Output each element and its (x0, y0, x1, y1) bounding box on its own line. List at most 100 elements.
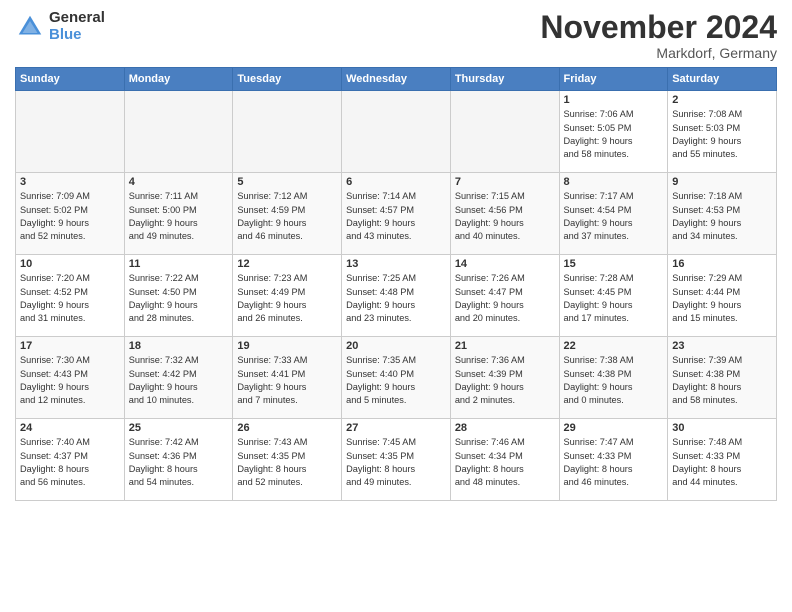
cell-1-3 (233, 91, 342, 173)
day-info: Sunrise: 7:23 AM Sunset: 4:49 PM Dayligh… (237, 272, 337, 325)
col-wednesday: Wednesday (342, 68, 451, 91)
cell-1-6: 1Sunrise: 7:06 AM Sunset: 5:05 PM Daylig… (559, 91, 668, 173)
day-number: 2 (672, 94, 772, 106)
cell-4-7: 23 Sunrise: 7:39 AM Sunset: 4:38 PM Dayli… (668, 337, 777, 419)
week-row-3: 10 Sunrise: 7:20 AM Sunset: 4:52 PM Dayli… (16, 255, 777, 337)
day-number: 18 (129, 340, 229, 352)
title-block: November 2024 Markdorf, Germany (540, 10, 777, 61)
day-info: Sunrise: 7:30 AM Sunset: 4:43 PM Dayligh… (20, 354, 120, 407)
day-info: Sunrise: 7:40 AM Sunset: 4:37 PM Dayligh… (20, 436, 120, 489)
day-info: Sunrise: 7:12 AM Sunset: 4:59 PM Dayligh… (237, 190, 337, 243)
day-number: 12 (237, 258, 337, 270)
week-row-2: 3Sunrise: 7:09 AM Sunset: 5:02 PM Daylig… (16, 173, 777, 255)
day-number: 5 (237, 176, 337, 188)
cell-1-5 (450, 91, 559, 173)
day-number: 8 (564, 176, 664, 188)
day-number: 1 (564, 94, 664, 106)
logo-text: General Blue (49, 10, 105, 43)
day-number: 29 (564, 422, 664, 434)
day-info: Sunrise: 7:20 AM Sunset: 4:52 PM Dayligh… (20, 272, 120, 325)
cell-1-4 (342, 91, 451, 173)
cell-3-6: 15Sunrise: 7:28 AM Sunset: 4:45 PM Dayli… (559, 255, 668, 337)
day-info: Sunrise: 7:08 AM Sunset: 5:03 PM Dayligh… (672, 108, 772, 161)
cell-5-5: 28 Sunrise: 7:46 AM Sunset: 4:34 PM Dayli… (450, 419, 559, 501)
day-number: 20 (346, 340, 446, 352)
month-title: November 2024 (540, 10, 777, 45)
day-info: Sunrise: 7:26 AM Sunset: 4:47 PM Dayligh… (455, 272, 555, 325)
cell-5-1: 24 Sunrise: 7:40 AM Sunset: 4:37 PM Dayli… (16, 419, 125, 501)
cell-1-2 (124, 91, 233, 173)
day-info: Sunrise: 7:29 AM Sunset: 4:44 PM Dayligh… (672, 272, 772, 325)
calendar-table: Sunday Monday Tuesday Wednesday Thursday… (15, 67, 777, 501)
cell-3-2: 11Sunrise: 7:22 AM Sunset: 4:50 PM Dayli… (124, 255, 233, 337)
day-info: Sunrise: 7:17 AM Sunset: 4:54 PM Dayligh… (564, 190, 664, 243)
cell-4-6: 22 Sunrise: 7:38 AM Sunset: 4:38 PM Dayli… (559, 337, 668, 419)
cell-2-7: 9 Sunrise: 7:18 AM Sunset: 4:53 PM Daylig… (668, 173, 777, 255)
day-info: Sunrise: 7:35 AM Sunset: 4:40 PM Dayligh… (346, 354, 446, 407)
day-info: Sunrise: 7:32 AM Sunset: 4:42 PM Dayligh… (129, 354, 229, 407)
header-row: Sunday Monday Tuesday Wednesday Thursday… (16, 68, 777, 91)
day-number: 24 (20, 422, 120, 434)
cell-5-3: 26 Sunrise: 7:43 AM Sunset: 4:35 PM Dayli… (233, 419, 342, 501)
day-number: 19 (237, 340, 337, 352)
cell-5-4: 27Sunrise: 7:45 AM Sunset: 4:35 PM Dayli… (342, 419, 451, 501)
day-info: Sunrise: 7:45 AM Sunset: 4:35 PM Dayligh… (346, 436, 446, 489)
day-number: 30 (672, 422, 772, 434)
day-info: Sunrise: 7:25 AM Sunset: 4:48 PM Dayligh… (346, 272, 446, 325)
day-number: 17 (20, 340, 120, 352)
cell-3-3: 12 Sunrise: 7:23 AM Sunset: 4:49 PM Dayli… (233, 255, 342, 337)
day-number: 22 (564, 340, 664, 352)
cell-3-7: 16 Sunrise: 7:29 AM Sunset: 4:44 PM Dayli… (668, 255, 777, 337)
day-info: Sunrise: 7:38 AM Sunset: 4:38 PM Dayligh… (564, 354, 664, 407)
day-number: 6 (346, 176, 446, 188)
cell-5-6: 29 Sunrise: 7:47 AM Sunset: 4:33 PM Dayli… (559, 419, 668, 501)
day-info: Sunrise: 7:48 AM Sunset: 4:33 PM Dayligh… (672, 436, 772, 489)
day-info: Sunrise: 7:14 AM Sunset: 4:57 PM Dayligh… (346, 190, 446, 243)
subtitle: Markdorf, Germany (540, 45, 777, 61)
logo-general: General (49, 10, 105, 27)
cell-1-1 (16, 91, 125, 173)
day-number: 16 (672, 258, 772, 270)
logo-icon (15, 12, 45, 42)
logo-blue: Blue (49, 27, 105, 44)
day-info: Sunrise: 7:33 AM Sunset: 4:41 PM Dayligh… (237, 354, 337, 407)
day-info: Sunrise: 7:46 AM Sunset: 4:34 PM Dayligh… (455, 436, 555, 489)
day-info: Sunrise: 7:09 AM Sunset: 5:02 PM Dayligh… (20, 190, 120, 243)
day-info: Sunrise: 7:43 AM Sunset: 4:35 PM Dayligh… (237, 436, 337, 489)
col-friday: Friday (559, 68, 668, 91)
cell-2-2: 4 Sunrise: 7:11 AM Sunset: 5:00 PM Daylig… (124, 173, 233, 255)
col-monday: Monday (124, 68, 233, 91)
day-info: Sunrise: 7:15 AM Sunset: 4:56 PM Dayligh… (455, 190, 555, 243)
day-number: 14 (455, 258, 555, 270)
header: General Blue November 2024 Markdorf, Ger… (15, 10, 777, 61)
cell-2-5: 7 Sunrise: 7:15 AM Sunset: 4:56 PM Daylig… (450, 173, 559, 255)
day-info: Sunrise: 7:36 AM Sunset: 4:39 PM Dayligh… (455, 354, 555, 407)
day-number: 7 (455, 176, 555, 188)
cell-4-3: 19 Sunrise: 7:33 AM Sunset: 4:41 PM Dayli… (233, 337, 342, 419)
day-number: 28 (455, 422, 555, 434)
day-number: 23 (672, 340, 772, 352)
cell-5-2: 25 Sunrise: 7:42 AM Sunset: 4:36 PM Dayli… (124, 419, 233, 501)
page-container: General Blue November 2024 Markdorf, Ger… (0, 0, 792, 506)
day-info: Sunrise: 7:18 AM Sunset: 4:53 PM Dayligh… (672, 190, 772, 243)
col-thursday: Thursday (450, 68, 559, 91)
day-number: 26 (237, 422, 337, 434)
day-number: 9 (672, 176, 772, 188)
day-number: 25 (129, 422, 229, 434)
day-number: 11 (129, 258, 229, 270)
day-info: Sunrise: 7:11 AM Sunset: 5:00 PM Dayligh… (129, 190, 229, 243)
cell-4-2: 18 Sunrise: 7:32 AM Sunset: 4:42 PM Dayli… (124, 337, 233, 419)
cell-4-4: 20 Sunrise: 7:35 AM Sunset: 4:40 PM Dayli… (342, 337, 451, 419)
day-number: 10 (20, 258, 120, 270)
cell-3-4: 13Sunrise: 7:25 AM Sunset: 4:48 PM Dayli… (342, 255, 451, 337)
day-number: 4 (129, 176, 229, 188)
col-tuesday: Tuesday (233, 68, 342, 91)
week-row-5: 24 Sunrise: 7:40 AM Sunset: 4:37 PM Dayli… (16, 419, 777, 501)
day-info: Sunrise: 7:39 AM Sunset: 4:38 PM Dayligh… (672, 354, 772, 407)
cell-3-5: 14 Sunrise: 7:26 AM Sunset: 4:47 PM Dayli… (450, 255, 559, 337)
cell-1-7: 2 Sunrise: 7:08 AM Sunset: 5:03 PM Daylig… (668, 91, 777, 173)
day-info: Sunrise: 7:47 AM Sunset: 4:33 PM Dayligh… (564, 436, 664, 489)
day-info: Sunrise: 7:42 AM Sunset: 4:36 PM Dayligh… (129, 436, 229, 489)
cell-4-5: 21Sunrise: 7:36 AM Sunset: 4:39 PM Dayli… (450, 337, 559, 419)
day-info: Sunrise: 7:28 AM Sunset: 4:45 PM Dayligh… (564, 272, 664, 325)
